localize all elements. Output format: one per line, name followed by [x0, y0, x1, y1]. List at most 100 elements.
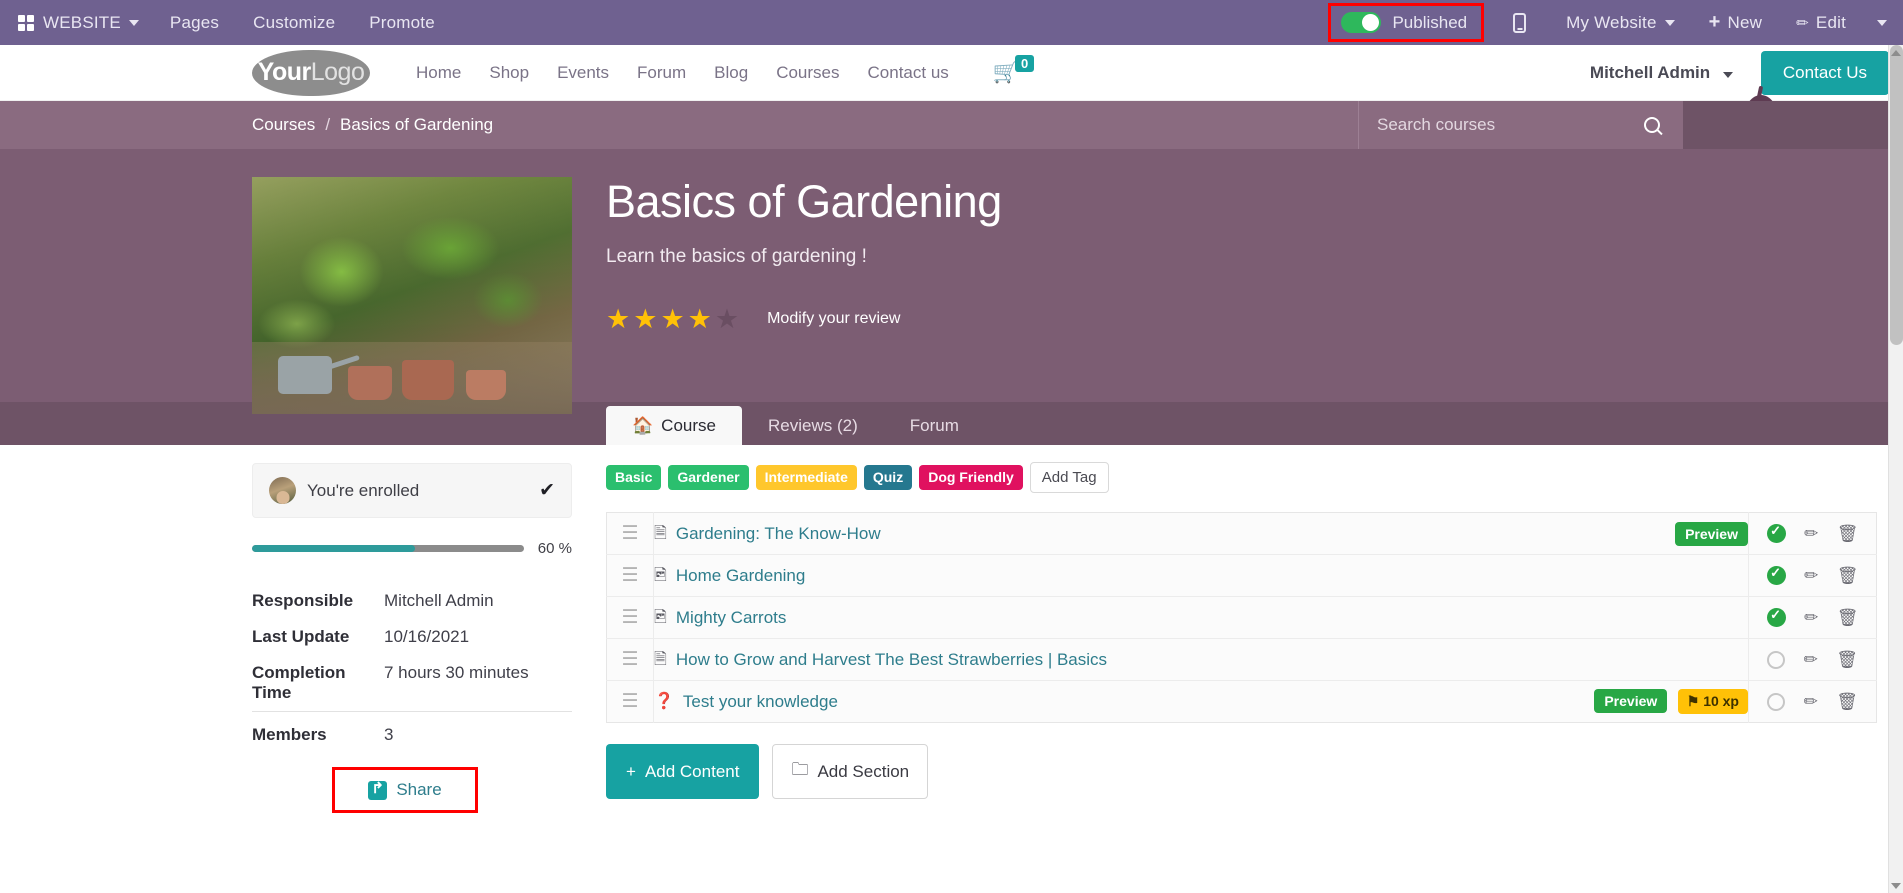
xp-badge: ⚑ 10 xp [1677, 689, 1748, 714]
content-link[interactable]: 🗎 Gardening: The Know-How [654, 524, 881, 544]
scrollbar-thumb[interactable] [1890, 45, 1903, 345]
content-link[interactable]: 🗎 How to Grow and Harvest The Best Straw… [654, 650, 1107, 670]
pencil-icon[interactable]: ✏ [1804, 566, 1818, 586]
table-row[interactable]: ☰ ❓ Test your knowledge Preview ⚑ 10 xp [606, 680, 1877, 723]
star-icon: ★ [687, 303, 712, 334]
drag-handle[interactable]: ☰ [606, 554, 654, 597]
preview-badge[interactable]: Preview [1675, 521, 1748, 546]
menu-customize[interactable]: Customize [236, 0, 352, 45]
tag-basic[interactable]: Basic [606, 464, 662, 491]
progress-fill [252, 545, 416, 552]
star-rating[interactable]: ★ ★ ★ ★ ★ [606, 303, 739, 334]
table-row[interactable]: ☰ 🗎 Gardening: The Know-How Preview ✏ 🗑 [606, 512, 1877, 555]
share-highlight: Share [332, 767, 478, 813]
edit-button[interactable]: ✏ Edit [1779, 0, 1863, 45]
share-button[interactable]: Share [368, 779, 442, 800]
meta-row-last-update: Last Update 10/16/2021 [252, 619, 572, 655]
website-app-menu[interactable]: WEBSITE [43, 0, 153, 45]
nav-courses[interactable]: Courses [762, 63, 853, 83]
trash-icon[interactable]: 🗑 [1837, 566, 1859, 586]
plant-pot-decoration [402, 360, 454, 400]
modify-review-link[interactable]: Modify your review [767, 310, 900, 328]
course-search-box[interactable] [1358, 101, 1683, 149]
site-logo[interactable]: Your Logo [252, 49, 370, 96]
cart-button[interactable]: 🛒 0 [993, 55, 1035, 85]
scroll-up-arrow-icon[interactable] [1891, 50, 1901, 56]
star-icon: ★ [660, 303, 685, 334]
tag-dog-friendly[interactable]: Dog Friendly [919, 464, 1023, 491]
page-scrollbar[interactable] [1888, 45, 1903, 893]
pdf-file-icon: 🗎 [654, 524, 667, 542]
drag-handle[interactable]: ☰ [606, 596, 654, 639]
table-row[interactable]: ☰ 🖻 Mighty Carrots ✏ 🗑 [606, 596, 1877, 639]
empty-circle-icon[interactable] [1767, 692, 1786, 711]
table-row[interactable]: ☰ 🗎 How to Grow and Harvest The Best Str… [606, 638, 1877, 681]
drag-handle[interactable]: ☰ [606, 680, 654, 723]
course-rating-row: ★ ★ ★ ★ ★ Modify your review [606, 303, 1903, 334]
add-section-button[interactable]: 🗀 Add Section [772, 744, 929, 799]
folder-icon: 🗀 [791, 760, 809, 779]
content-badges-cell [1471, 555, 1749, 597]
editor-bar-overflow-menu[interactable] [1863, 0, 1903, 45]
content-link[interactable]: ❓ Test your knowledge [654, 692, 838, 712]
page-title: Basics of Gardening [606, 176, 1002, 227]
nav-home[interactable]: Home [402, 63, 475, 83]
table-row[interactable]: ☰ 🖻 Home Gardening ✏ 🗑 [606, 554, 1877, 597]
content-actions-cell: ✏ 🗑 [1748, 512, 1877, 555]
apps-grid-icon[interactable] [18, 14, 34, 31]
menu-promote[interactable]: Promote [352, 0, 452, 45]
meta-key: Last Update [252, 627, 350, 646]
enrollment-status-box: You're enrolled ✔ [252, 463, 572, 518]
trash-icon[interactable]: 🗑 [1836, 650, 1858, 670]
new-button[interactable]: + New [1692, 0, 1780, 45]
mobile-preview-button[interactable] [1490, 0, 1549, 45]
tag-gardener[interactable]: Gardener [668, 464, 749, 491]
pencil-icon[interactable]: ✏ [1804, 608, 1818, 628]
nav-events[interactable]: Events [543, 63, 623, 83]
my-website-label: My Website [1566, 12, 1657, 32]
odoo-editor-bar: WEBSITE Pages Customize Promote Publishe… [0, 0, 1903, 45]
drag-handle[interactable]: ☰ [606, 638, 654, 681]
content-action-buttons: + Add Content 🗀 Add Section [606, 744, 1877, 799]
hero-inner: Basics of Gardening Learn the basics of … [252, 149, 1903, 414]
pencil-icon[interactable]: ✏ [1804, 650, 1818, 670]
website-app-label: WEBSITE [43, 12, 121, 32]
published-toggle[interactable] [1341, 12, 1382, 33]
nav-contact-us[interactable]: Contact us [854, 63, 963, 83]
tag-intermediate[interactable]: Intermediate [755, 464, 857, 491]
star-icon: ★ [633, 303, 658, 334]
search-input[interactable] [1377, 115, 1636, 135]
check-circle-icon[interactable] [1766, 565, 1786, 585]
nav-shop[interactable]: Shop [475, 63, 543, 83]
site-navigation: Home Shop Events Forum Blog Courses Cont… [402, 55, 1035, 85]
content-link[interactable]: 🖻 Mighty Carrots [654, 608, 786, 628]
contact-us-button[interactable]: Contact Us [1760, 50, 1889, 95]
check-circle-icon[interactable] [1766, 607, 1786, 627]
user-menu[interactable]: Mitchell Admin [1590, 63, 1733, 83]
edit-label: Edit [1815, 12, 1846, 32]
my-website-menu[interactable]: My Website [1549, 0, 1692, 45]
preview-badge[interactable]: Preview [1594, 689, 1668, 713]
empty-circle-icon[interactable] [1767, 650, 1786, 669]
add-tag-button[interactable]: Add Tag [1029, 462, 1109, 493]
tag-quiz[interactable]: Quiz [863, 464, 913, 491]
add-content-button[interactable]: + Add Content [606, 744, 760, 799]
trash-icon[interactable]: 🗑 [1837, 524, 1859, 544]
drag-handle[interactable]: ☰ [606, 512, 654, 555]
pencil-icon: ✏ [1796, 14, 1809, 32]
nav-forum[interactable]: Forum [623, 63, 700, 83]
enrolled-label: You're enrolled [307, 480, 420, 500]
menu-pages[interactable]: Pages [153, 0, 236, 45]
scroll-down-arrow-icon[interactable] [1891, 883, 1901, 889]
check-circle-icon[interactable] [1766, 523, 1786, 543]
nav-blog[interactable]: Blog [700, 63, 762, 83]
page-body: You're enrolled ✔ 60 % Responsible Mitch… [0, 445, 1903, 813]
pencil-icon[interactable]: ✏ [1804, 692, 1818, 712]
trash-icon[interactable]: 🗑 [1837, 608, 1859, 628]
pencil-icon[interactable]: ✏ [1804, 524, 1818, 544]
breadcrumb-courses[interactable]: Courses [252, 115, 315, 135]
search-icon[interactable] [1644, 116, 1661, 134]
trash-icon[interactable]: 🗑 [1836, 692, 1858, 712]
content-badges-cell [1471, 597, 1749, 639]
content-link[interactable]: 🖻 Home Gardening [654, 566, 805, 586]
